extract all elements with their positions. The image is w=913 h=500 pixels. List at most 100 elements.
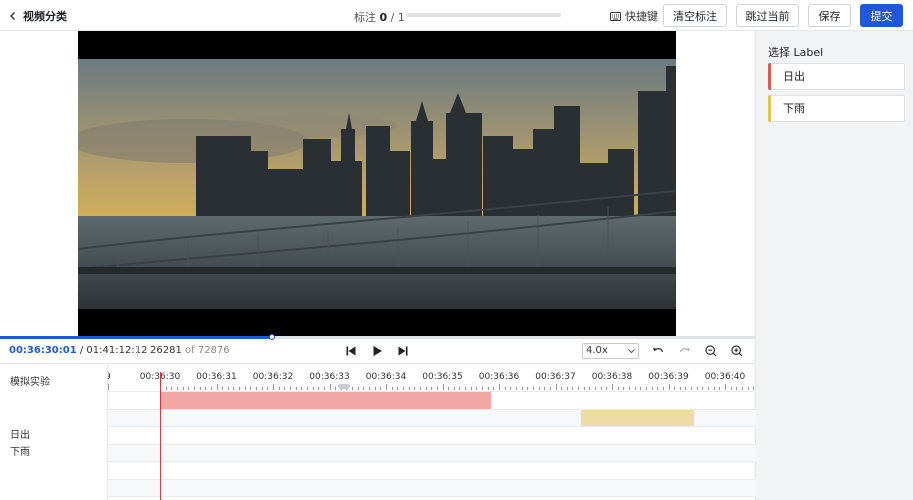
timeline-row[interactable] [108, 408, 756, 427]
label-panel-title: 选择 Label [768, 46, 824, 59]
tick-minor [312, 387, 314, 390]
label-color-bar [768, 95, 771, 122]
tick-minor [222, 387, 224, 390]
zoom-out-button[interactable] [704, 344, 718, 358]
timeline-scroll-handle[interactable] [338, 384, 350, 389]
tick-minor [176, 387, 178, 390]
tick-minor [482, 387, 484, 390]
shortcut-label: 快捷键 [625, 10, 658, 23]
tick-minor [278, 387, 280, 390]
tick-minor [713, 387, 715, 390]
timeline-canvas[interactable]: 900:36:3000:36:3100:36:3200:36:3300:36:3… [108, 364, 756, 500]
timeline-ruler[interactable]: 900:36:3000:36:3100:36:3200:36:3300:36:3… [108, 364, 756, 390]
tick-minor [589, 387, 591, 390]
counter-prefix: 标注 [354, 11, 376, 24]
tick-minor [510, 387, 512, 390]
tick-minor [436, 387, 438, 390]
play-button[interactable] [370, 344, 384, 358]
zoom-in-button[interactable] [730, 344, 744, 358]
tick-label: 00:36:34 [365, 372, 407, 382]
tick-minor [645, 387, 647, 390]
timeline-row[interactable] [108, 496, 756, 500]
tick-major [499, 384, 500, 390]
tick-minor [657, 387, 659, 390]
save-button[interactable]: 保存 [808, 4, 851, 27]
playhead-line[interactable] [160, 372, 161, 500]
tick-minor [267, 387, 269, 390]
tick-minor [199, 387, 201, 390]
city-skyline-image [78, 31, 676, 337]
zoom-in-icon [731, 345, 743, 357]
submit-button[interactable]: 提交 [860, 4, 903, 27]
annotation-segment[interactable] [580, 409, 694, 427]
tick-major [442, 384, 444, 390]
tick-label: 00:36:35 [422, 372, 463, 382]
annotation-segment[interactable] [160, 392, 491, 409]
player-controls: 00:36:30:01 / 01:41:12:12 26281 of 72876… [0, 339, 756, 363]
tick-minor [295, 387, 297, 390]
tick-minor [538, 387, 540, 390]
label-option-text: 日出 [783, 70, 805, 83]
tick-minor [493, 387, 495, 390]
tick-minor [487, 387, 489, 390]
tick-minor [408, 387, 410, 390]
tick-minor [691, 387, 693, 390]
tick-minor [193, 387, 195, 390]
shortcut-button[interactable]: 快捷键 [610, 8, 658, 24]
tick-minor [741, 387, 743, 390]
timeline-track-labels: 模拟实验 日出 下雨 [0, 364, 108, 500]
tick-minor [284, 387, 286, 390]
tick-minor [623, 387, 625, 390]
keyboard-icon [610, 11, 621, 21]
tick-minor [730, 387, 732, 390]
tick-minor [674, 387, 676, 390]
undo-button[interactable] [651, 344, 665, 358]
tick-minor [397, 387, 399, 390]
tick-minor [702, 387, 704, 390]
label-option-sunrise[interactable]: 日出 [768, 63, 905, 90]
back-label: 视频分类 [23, 10, 67, 23]
redo-icon [679, 347, 690, 353]
tick-minor [289, 387, 291, 390]
tick-minor [459, 387, 461, 390]
frame-counter: 26281 of 72876 [150, 345, 230, 356]
label-option-text: 下雨 [783, 102, 805, 115]
video-frame[interactable] [78, 31, 676, 337]
prev-frame-button[interactable] [344, 344, 358, 358]
tick-label: 00:36:32 [252, 372, 294, 382]
clear-annotations-button[interactable]: 清空标注 [663, 4, 727, 27]
label-option-rain[interactable]: 下雨 [768, 95, 905, 122]
tick-minor [165, 387, 167, 390]
label-color-bar [768, 63, 771, 90]
tick-minor [696, 387, 698, 390]
timeline-row[interactable] [108, 391, 756, 409]
tick-label: 00:36:33 [309, 372, 350, 382]
speed-select[interactable]: 4.0x [582, 343, 639, 359]
next-frame-button[interactable] [396, 344, 410, 358]
total-frames: 72876 [197, 345, 230, 356]
skip-current-button[interactable]: 跳过当前 [736, 4, 799, 27]
timeline-row[interactable] [108, 426, 756, 443]
tick-minor [600, 387, 602, 390]
timecode-separator: / [79, 345, 84, 356]
tick-minor [227, 387, 229, 390]
timeline-row[interactable] [108, 461, 756, 478]
tick-minor [352, 387, 354, 390]
timeline-row[interactable] [108, 443, 756, 461]
tick-minor [679, 387, 681, 390]
tick-minor [583, 387, 585, 390]
tick-minor [335, 387, 337, 390]
tick-minor [747, 387, 749, 390]
back-button[interactable]: 视频分类 [8, 8, 67, 24]
speed-value: 4.0x [586, 345, 608, 356]
tick-minor [380, 387, 382, 390]
tick-minor [323, 387, 325, 390]
tick-minor [261, 387, 263, 390]
tick-minor [301, 387, 303, 390]
timeline-row[interactable] [108, 478, 756, 496]
timeline: 模拟实验 日出 下雨 900:36:3000:36:3100:36:3200:3… [0, 363, 756, 500]
tick-minor [465, 387, 467, 390]
redo-button[interactable] [678, 344, 692, 358]
tick-major [668, 384, 670, 390]
tick-minor [391, 387, 393, 390]
